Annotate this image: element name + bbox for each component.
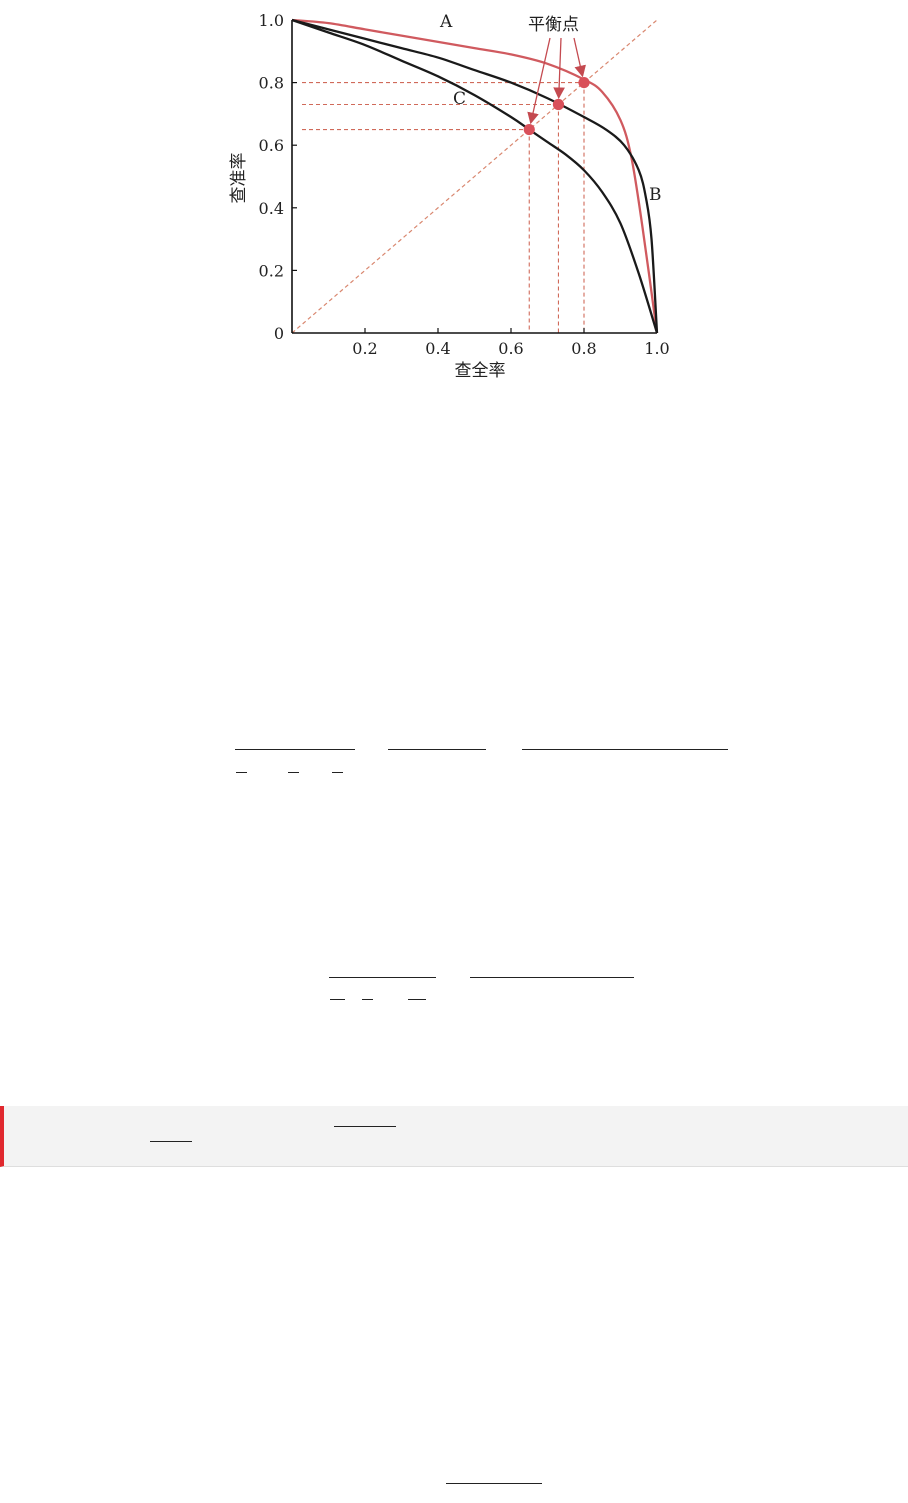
y-tick-label: 1.0 (259, 11, 284, 30)
annotation-arrow (573, 37, 586, 78)
balance-point-annotation: 平衡点 (528, 15, 579, 35)
y-axis-title: 查准率 (229, 153, 249, 204)
annotation-arrow (527, 37, 551, 125)
formula-fraction-bar (408, 999, 426, 1000)
balance-points (523, 77, 590, 136)
x-tick-label: 0.4 (425, 339, 450, 358)
balance-point-c (523, 123, 535, 136)
formula-fraction-bar (446, 1483, 542, 1484)
note-callout (0, 1106, 908, 1167)
formula-fraction-bar (388, 749, 486, 750)
formula-fraction-bar (334, 1126, 396, 1127)
y-tick-label: 0.4 (259, 199, 284, 218)
balance-point-a (578, 77, 590, 89)
formula-fraction-bar (332, 772, 343, 773)
formula-fraction-bar (288, 772, 299, 773)
y-tick-label: 0.6 (259, 136, 284, 155)
x-tick-label: 1.0 (644, 339, 669, 358)
y-tick-label: 0.8 (259, 74, 284, 93)
x-tick-label: 0.8 (571, 339, 596, 358)
formula-fraction-bar (235, 749, 355, 750)
y-tick-label: 0 (274, 324, 284, 343)
formula-fraction-bar (236, 772, 247, 773)
formula-fraction-bar (522, 749, 728, 750)
curve-label-c: C (453, 89, 466, 109)
formula-fraction-bar (470, 977, 634, 978)
curve-label-b: B (649, 185, 662, 205)
formula-fraction-bar (150, 1141, 192, 1142)
balance-point-guides (302, 82, 585, 333)
formula-fraction-bar (362, 999, 373, 1000)
x-tick-label: 0.6 (498, 339, 523, 358)
y-tick-label: 0.2 (259, 261, 284, 280)
formula-fraction-bar (329, 977, 436, 978)
x-tick-label: 0.2 (352, 339, 377, 358)
reference-diagonal-line (291, 19, 658, 334)
balance-point-b (552, 98, 565, 111)
formula-fraction-bar (330, 999, 345, 1000)
curve-label-a: A (439, 12, 453, 32)
x-axis-title: 查全率 (455, 361, 506, 381)
pr-curve-chart: 0.2 0.4 0.6 0.8 1.0 0 0.2 0.4 0.6 0.8 1.0 平衡点 A B… (229, 11, 670, 381)
